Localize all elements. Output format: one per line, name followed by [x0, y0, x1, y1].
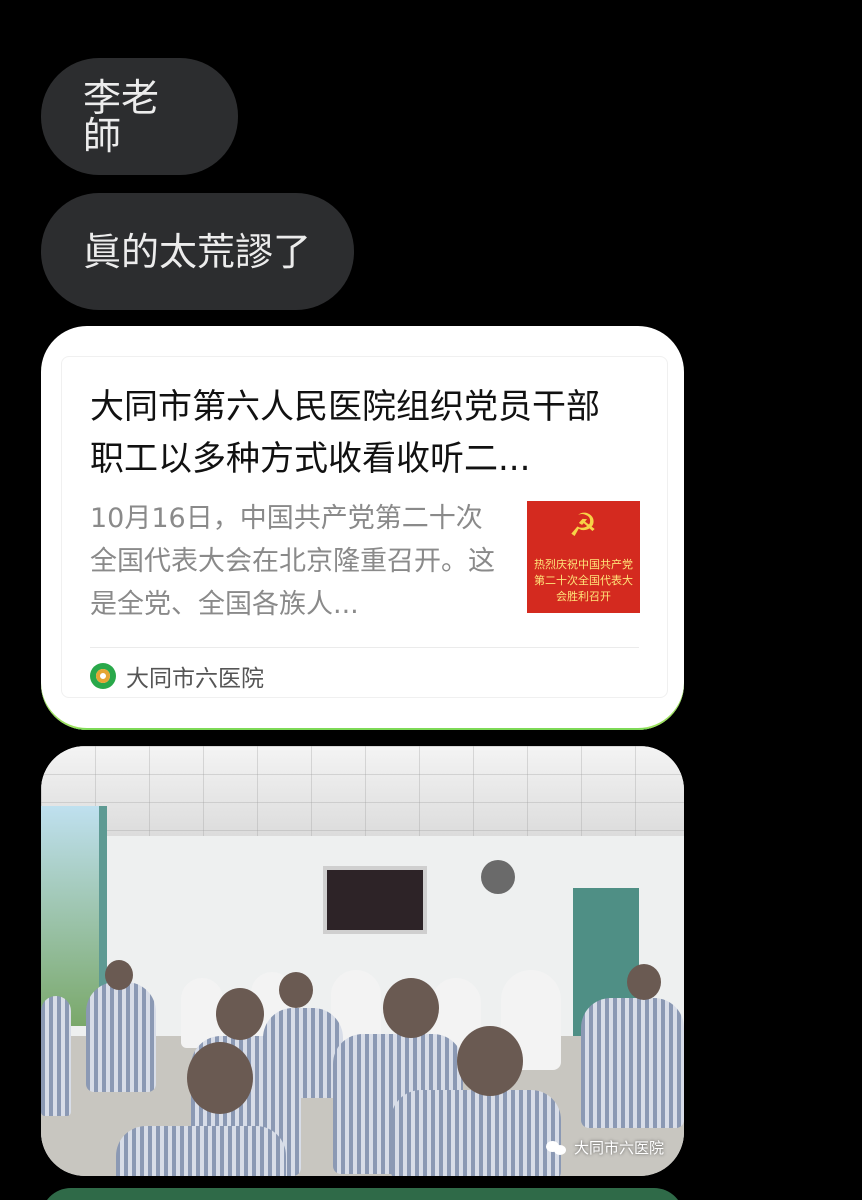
message-bubble[interactable]: 眞的太荒謬了: [41, 193, 354, 310]
hospital-logo-icon: [90, 663, 116, 689]
photo-person: [86, 982, 156, 1092]
watermark-text: 大同市六医院: [573, 1139, 664, 1157]
photo-person: [263, 1008, 343, 1098]
photo-head: [383, 978, 439, 1038]
article-card-body: 大同市第六人民医院组织党员干部职工以多种方式收看收听二... 10月16日，中国…: [61, 356, 668, 698]
article-source: 大同市六医院: [90, 661, 264, 692]
photo-person: [41, 996, 71, 1116]
message-text: 李老師: [83, 75, 160, 158]
photo-person: [116, 1126, 286, 1176]
photo-fan: [481, 860, 515, 894]
photo-head: [627, 964, 661, 1000]
chat-thread: 李老師 眞的太荒謬了 大同市第六人民医院组织党员干部职工以多种方式收看收听二..…: [0, 0, 862, 1200]
photo-ceiling-grid: [41, 746, 684, 836]
article-link-card[interactable]: 大同市第六人民医院组织党员干部职工以多种方式收看收听二... 10月16日，中国…: [41, 326, 684, 730]
article-thumbnail: ☭ 热烈庆祝中国共产党第二十次全国代表大会胜利召开: [527, 501, 640, 613]
thumbnail-caption: 热烈庆祝中国共产党第二十次全国代表大会胜利召开: [534, 558, 633, 603]
next-image-message[interactable]: [41, 1188, 684, 1200]
image-message[interactable]: 大同市六医院: [41, 746, 684, 1176]
photo-person: [581, 998, 684, 1128]
article-title: 大同市第六人民医院组织党员干部职工以多种方式收看收听二...: [90, 387, 600, 479]
photo-television: [323, 866, 427, 934]
photo-head: [105, 960, 133, 990]
message-text: 眞的太荒謬了: [83, 229, 312, 274]
divider: [90, 647, 639, 648]
message-bubble[interactable]: 李老師: [41, 58, 238, 175]
photo-person: [391, 1090, 561, 1176]
photo-watermark: 大同市六医院: [545, 1137, 664, 1158]
wechat-icon: [545, 1139, 568, 1157]
photo-head: [279, 972, 313, 1008]
photo-head: [187, 1042, 253, 1114]
card-accent-line: [41, 728, 684, 730]
photo-head: [457, 1026, 523, 1096]
source-name: 大同市六医院: [126, 666, 264, 692]
party-emblem-icon: ☭: [568, 506, 598, 544]
photo-head: [216, 988, 264, 1040]
article-description: 10月16日，中国共产党第二十次全国代表大会在北京隆重召开。这是全党、全国各族人…: [90, 503, 495, 620]
